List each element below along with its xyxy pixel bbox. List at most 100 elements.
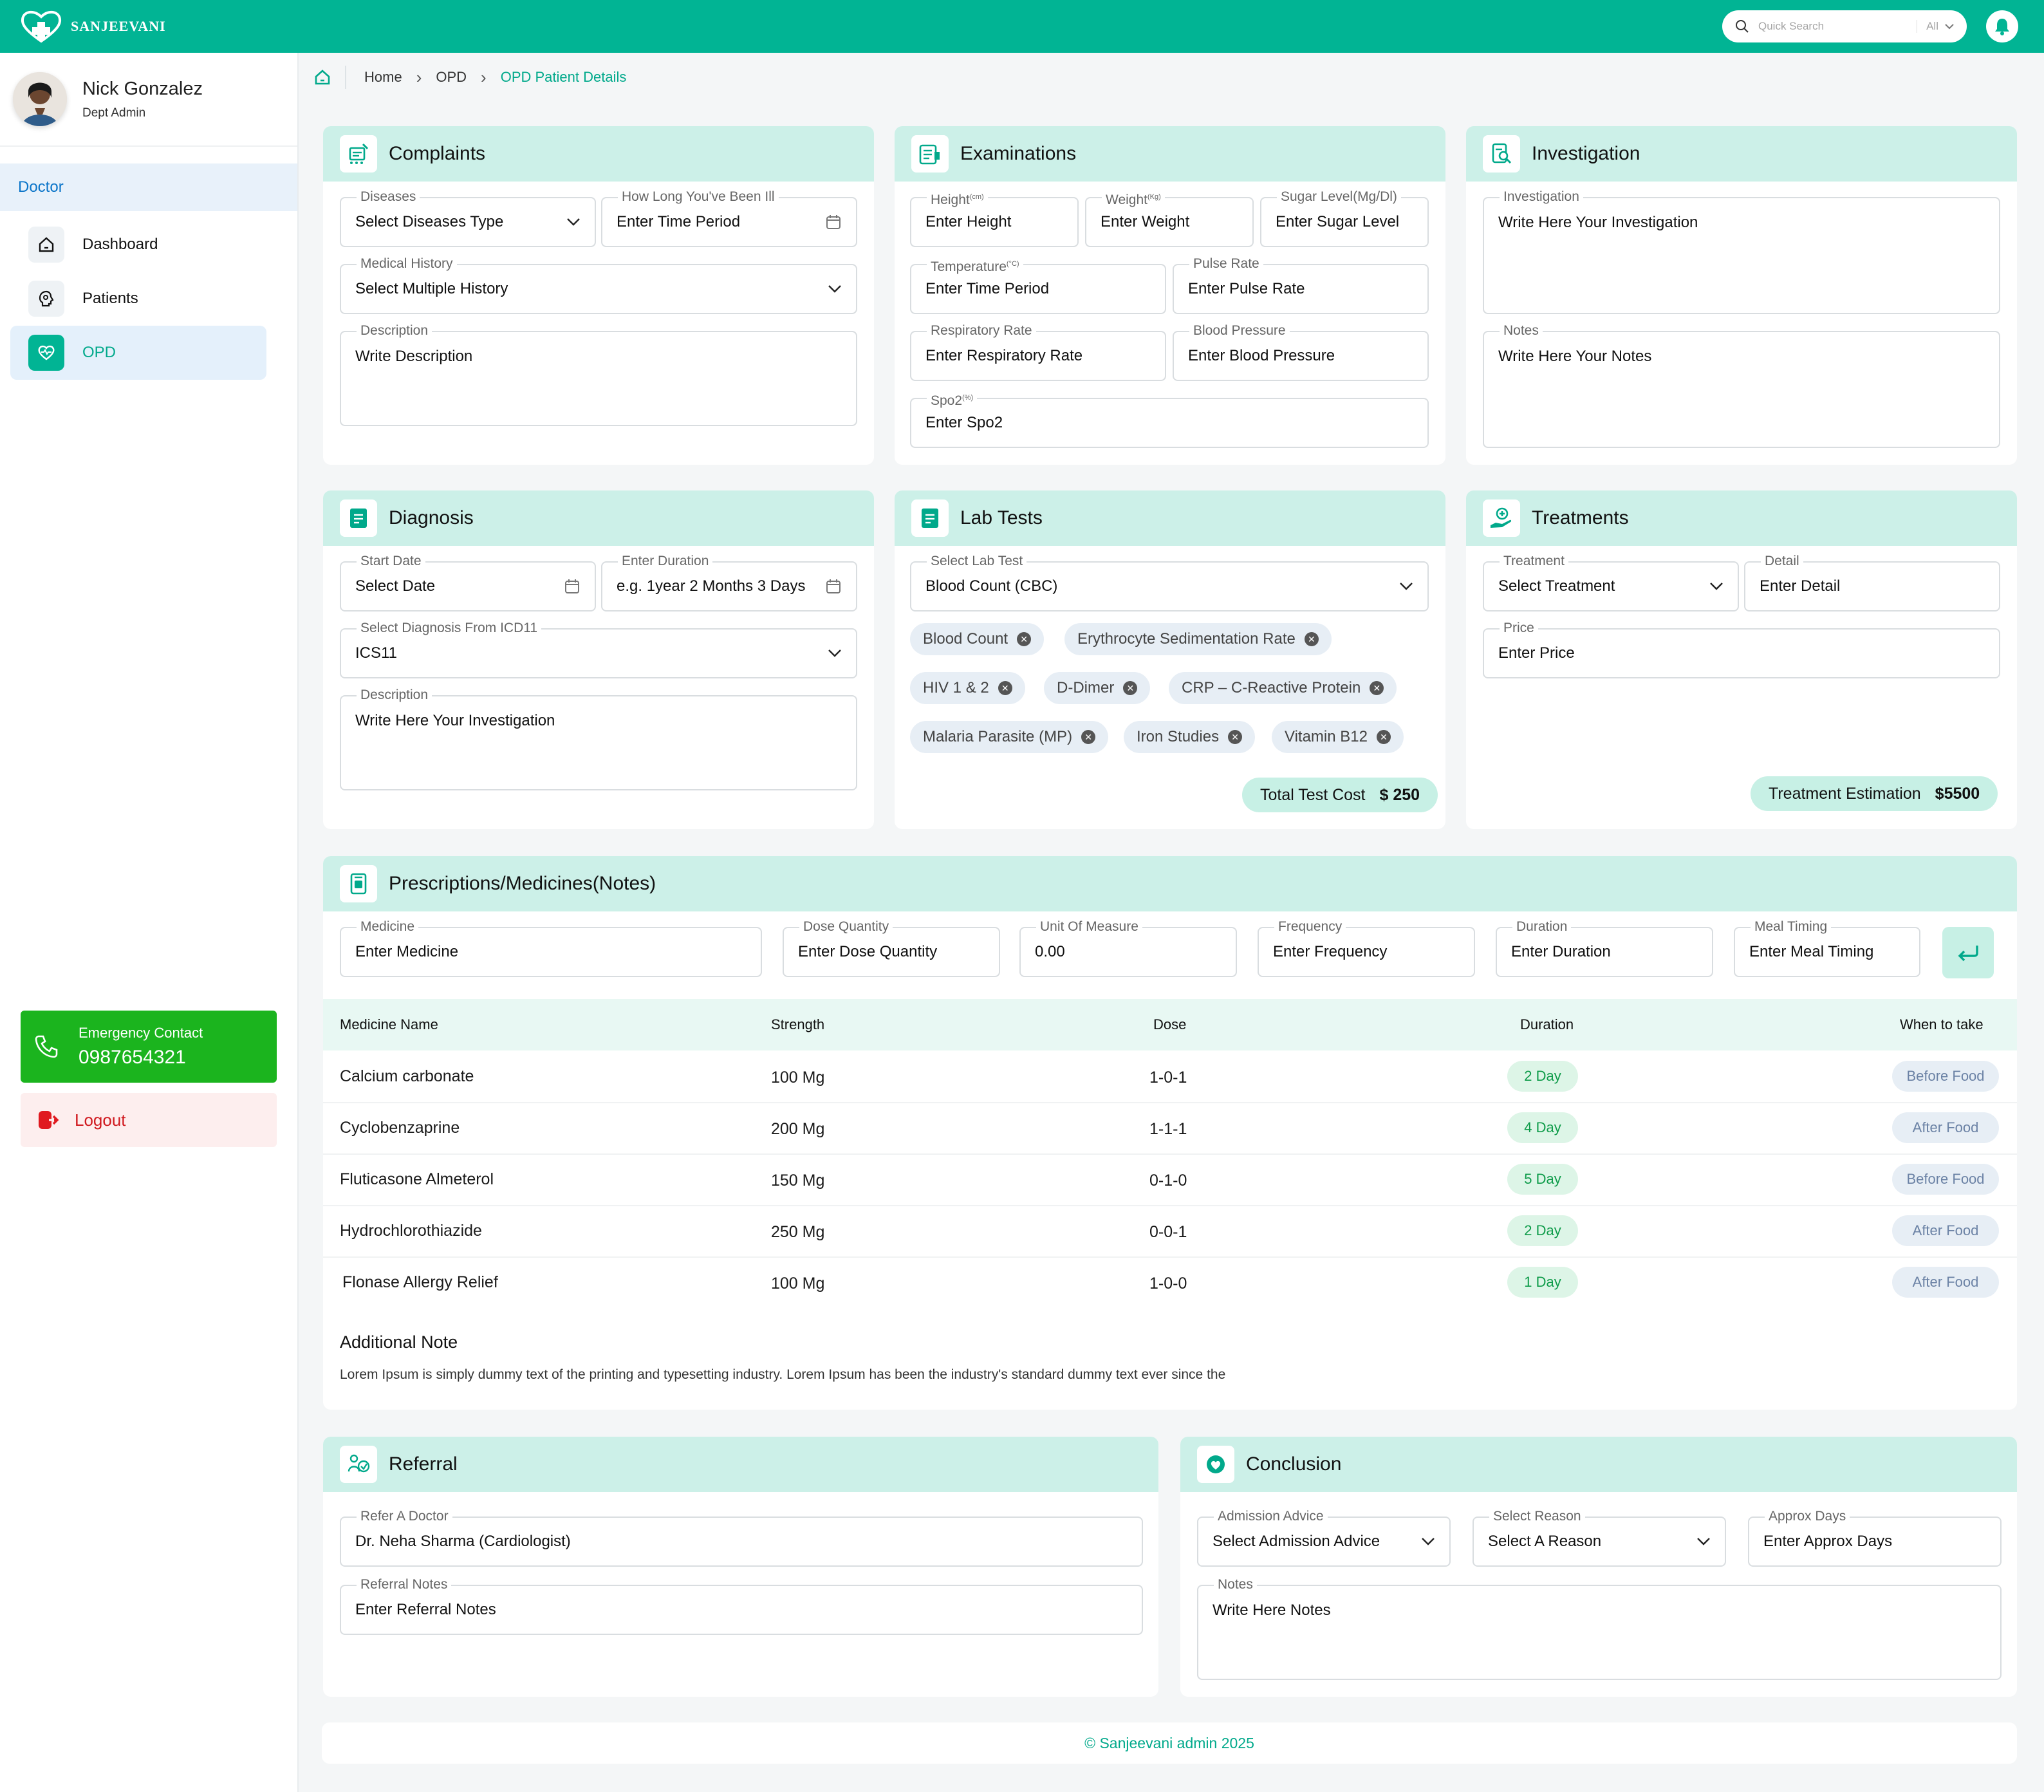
notification-button[interactable] [1986, 10, 2018, 42]
lab-chip[interactable]: HIV 1 & 2 ✕ [910, 672, 1025, 704]
duration-field[interactable]: Enter Duration e.g. 1year 2 Months 3 Day… [601, 554, 857, 611]
lab-chip[interactable]: Vitamin B12 ✕ [1272, 721, 1404, 753]
sidebar-item-patients[interactable]: Patients [10, 272, 287, 326]
field-value: Enter Spo2 [925, 414, 1003, 431]
height-field[interactable]: Height(cm) Enter Height [910, 189, 1079, 247]
treatment-select[interactable]: Treatment Select Treatment [1483, 554, 1739, 611]
time-period-field[interactable]: How Long You've Been Ill Enter Time Peri… [601, 189, 857, 247]
patient-icon [28, 281, 64, 317]
field-value: Select A Reason [1488, 1533, 1602, 1550]
sugar-level-field[interactable]: Sugar Level(Mg/Dl) Enter Sugar Level [1260, 189, 1429, 247]
breadcrumb-home-button[interactable] [314, 66, 346, 89]
prescriptions-header: Prescriptions/Medicines(Notes) [323, 856, 2017, 911]
dose-quantity-field[interactable]: Dose Quantity Enter Dose Quantity [783, 919, 1000, 977]
diseases-select[interactable]: Diseases Select Diseases Type [340, 189, 596, 247]
unit-of-measure-field[interactable]: Unit Of Measure 0.00 [1019, 919, 1237, 977]
lab-chip[interactable]: Blood Count ✕ [910, 623, 1045, 655]
start-date-field[interactable]: Start Date Select Date [340, 554, 596, 611]
emergency-contact[interactable]: Emergency Contact 0987654321 [21, 1011, 277, 1083]
close-icon[interactable]: ✕ [998, 681, 1012, 695]
medical-history-select[interactable]: Medical History Select Multiple History [340, 256, 857, 314]
sidebar-item-dashboard[interactable]: Dashboard [10, 218, 287, 272]
chip-label: Vitamin B12 [1285, 728, 1368, 745]
conclusion-header: Conclusion [1180, 1437, 2017, 1492]
medicine-field[interactable]: Medicine Enter Medicine [340, 919, 762, 977]
calendar-icon[interactable] [564, 578, 581, 595]
chevron-down-icon [1400, 583, 1413, 590]
close-icon[interactable]: ✕ [1081, 730, 1096, 744]
lab-chip[interactable]: CRP – C-Reactive Protein ✕ [1169, 672, 1397, 704]
footer-text: © Sanjeevani admin 2025 [1084, 1734, 1254, 1751]
logout-icon [39, 1111, 59, 1129]
icd-select[interactable]: Select Diagnosis From ICD11 ICS11 [340, 621, 857, 678]
weight-field[interactable]: Weight(Kg) Enter Weight [1085, 189, 1254, 247]
close-icon[interactable]: ✕ [1304, 632, 1319, 646]
close-icon[interactable]: ✕ [1370, 681, 1384, 695]
treatment-hand-icon [1483, 499, 1520, 537]
logout-button[interactable]: Logout [21, 1093, 277, 1147]
respiratory-rate-field[interactable]: Respiratory Rate Enter Respiratory Rate [910, 323, 1166, 381]
search-placeholder[interactable]: Quick Search [1758, 20, 1917, 33]
lab-chip[interactable]: Erythrocyte Sedimentation Rate ✕ [1064, 623, 1332, 655]
field-value: Dr. Neha Sharma (Cardiologist) [355, 1533, 571, 1550]
quick-search[interactable]: Quick Search All [1722, 10, 1967, 42]
duration-input[interactable]: Duration Enter Duration [1496, 919, 1713, 977]
admission-advice-select[interactable]: Admission Advice Select Admission Advice [1197, 1509, 1451, 1567]
bell-icon [1995, 19, 2009, 35]
breadcrumb-opd[interactable]: OPD [436, 69, 467, 86]
lab-chip[interactable]: D-Dimer ✕ [1044, 672, 1151, 704]
diagnosis-description-textarea[interactable]: Description Write Here Your Investigatio… [340, 687, 857, 790]
lab-test-select[interactable]: Select Lab Test Blood Count (CBC) [910, 554, 1429, 611]
frequency-field[interactable]: Frequency Enter Frequency [1258, 919, 1475, 977]
lab-report-icon [911, 499, 949, 537]
search-scope[interactable]: All [1926, 20, 1938, 33]
conclusion-notes-textarea[interactable]: Notes Write Here Notes [1197, 1577, 2002, 1680]
spo2-field[interactable]: Spo2(%) Enter Spo2 [910, 390, 1429, 448]
field-value: Write Description [355, 348, 473, 365]
calendar-icon[interactable] [825, 578, 842, 595]
when-badge: After Food [1892, 1112, 1999, 1143]
medicine-dose: 0-1-0 [1149, 1171, 1187, 1190]
investigation-textarea[interactable]: Investigation Write Here Your Investigat… [1483, 189, 2000, 314]
chevron-right-icon: › [481, 67, 487, 87]
reason-select[interactable]: Select Reason Select A Reason [1473, 1509, 1726, 1567]
investigation-title: Investigation [1532, 143, 1640, 164]
pulse-rate-field[interactable]: Pulse Rate Enter Pulse Rate [1173, 256, 1429, 314]
close-icon[interactable]: ✕ [1123, 681, 1138, 695]
blood-pressure-field[interactable]: Blood Pressure Enter Blood Pressure [1173, 323, 1429, 381]
medicine-strength: 100 Mg [771, 1274, 825, 1293]
breadcrumb-home[interactable]: Home [364, 69, 402, 86]
description-textarea[interactable]: Description Write Description [340, 323, 857, 426]
avatar[interactable] [13, 72, 67, 126]
field-value: Enter Referral Notes [355, 1601, 496, 1618]
row-separator [323, 1153, 2017, 1155]
user-profile[interactable]: Nick Gonzalez Dept Admin [0, 53, 297, 147]
emergency-number[interactable]: 0987654321 [79, 1047, 203, 1069]
add-medicine-button[interactable] [1942, 927, 1994, 978]
emergency-label: Emergency Contact [79, 1025, 203, 1041]
approx-days-field[interactable]: Approx Days Enter Approx Days [1748, 1509, 2002, 1567]
sidebar-item-opd[interactable]: OPD [10, 326, 266, 380]
temperature-field[interactable]: Temperature(°C) Enter Time Period [910, 256, 1166, 314]
price-field[interactable]: Price Enter Price [1483, 621, 2000, 678]
field-value: Select Multiple History [355, 280, 508, 297]
referral-card: Referral Refer A Doctor Dr. Neha Sharma … [323, 1437, 1158, 1697]
field-value: Enter Dose Quantity [798, 943, 938, 960]
lab-chip[interactable]: Malaria Parasite (MP) ✕ [910, 721, 1109, 753]
close-icon[interactable]: ✕ [1017, 632, 1032, 646]
meal-timing-field[interactable]: Meal Timing Enter Meal Timing [1734, 919, 1920, 977]
app-logo[interactable]: SANJEEVANI [18, 9, 166, 44]
investigation-notes-textarea[interactable]: Notes Write Here Your Notes [1483, 323, 2000, 448]
close-icon[interactable]: ✕ [1228, 730, 1243, 744]
examinations-header: Examinations [895, 126, 1445, 182]
referral-notes-field[interactable]: Referral Notes Enter Referral Notes [340, 1577, 1143, 1635]
referral-header: Referral [323, 1437, 1158, 1492]
refer-doctor-field[interactable]: Refer A Doctor Dr. Neha Sharma (Cardiolo… [340, 1509, 1143, 1567]
detail-field[interactable]: Detail Enter Detail [1744, 554, 2000, 611]
chevron-down-icon[interactable] [1945, 23, 1954, 30]
calendar-icon[interactable] [825, 214, 842, 230]
lab-chip[interactable]: Iron Studies ✕ [1124, 721, 1256, 753]
field-value: Enter Time Period [925, 280, 1050, 297]
field-value: Enter Time Period [617, 213, 741, 230]
close-icon[interactable]: ✕ [1376, 730, 1391, 744]
